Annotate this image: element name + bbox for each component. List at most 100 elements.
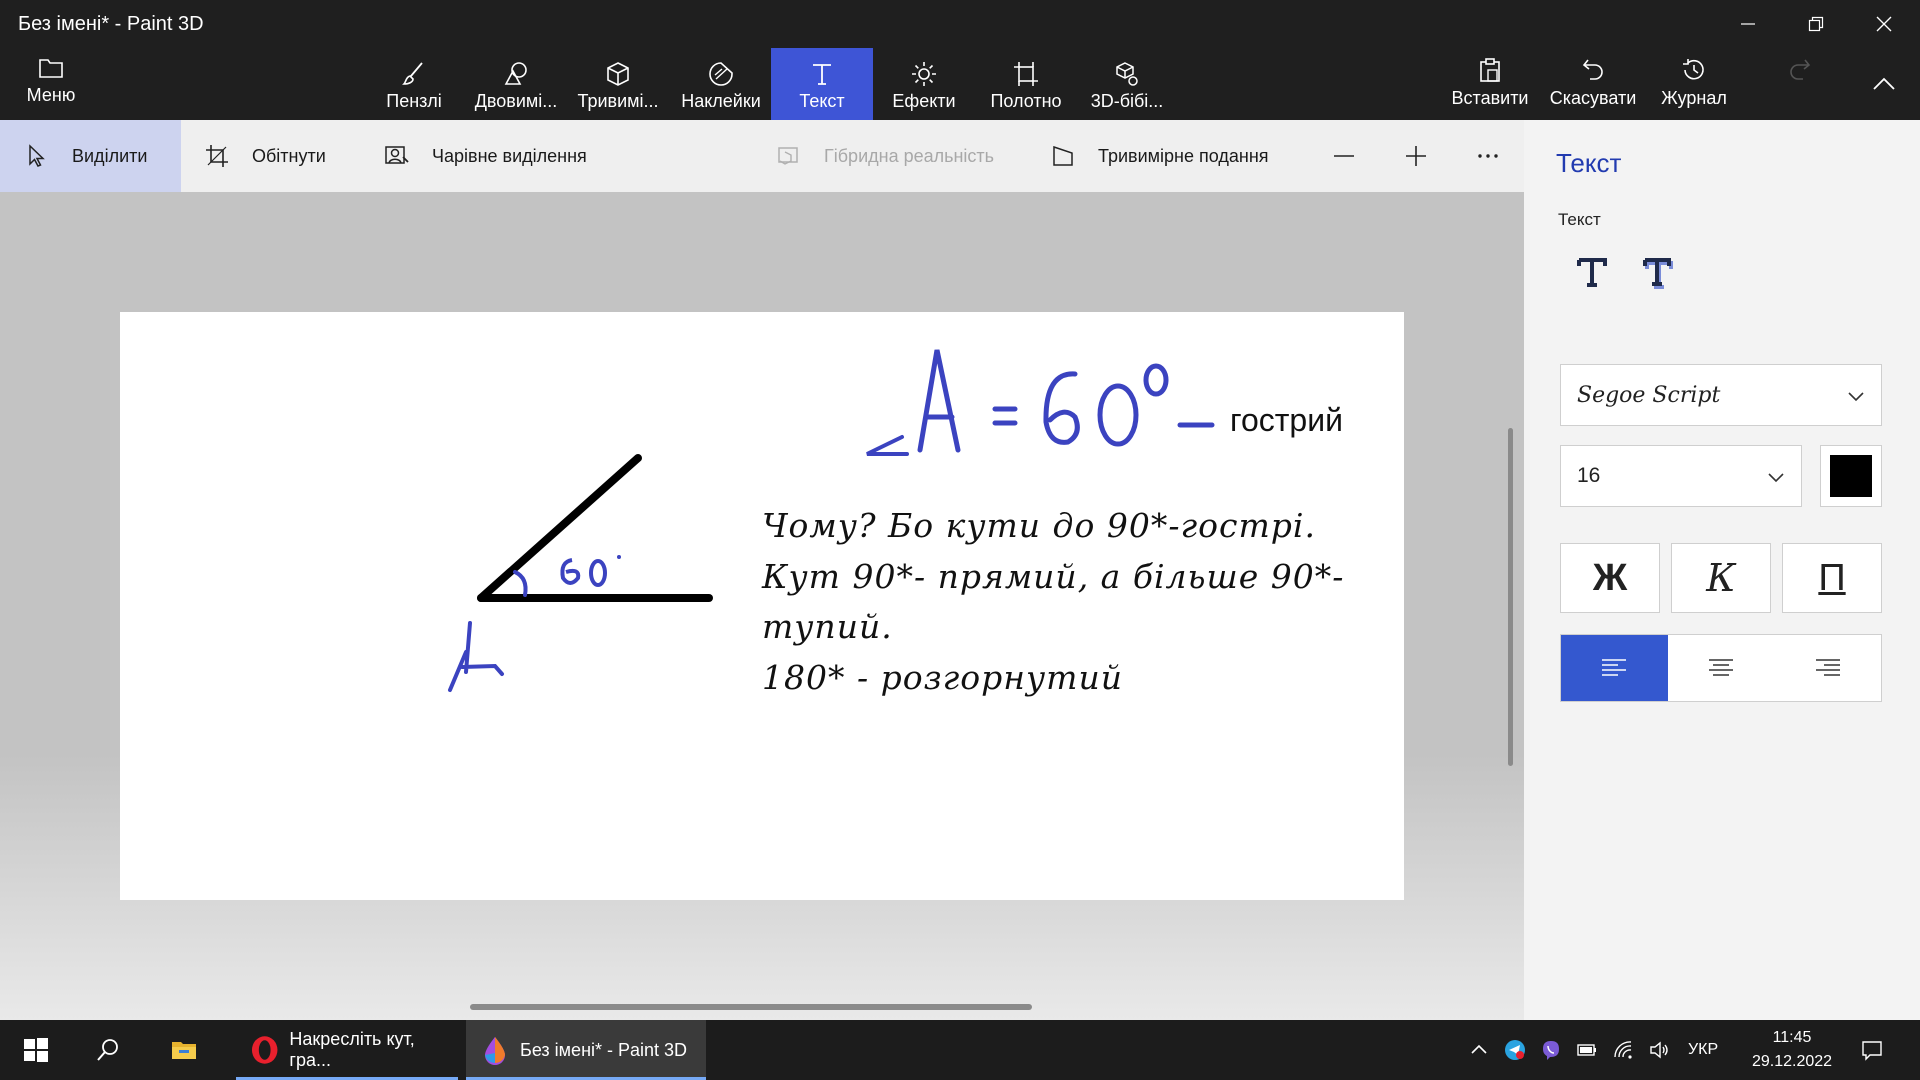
tab-text[interactable]: Текст <box>771 48 873 120</box>
font-family-value: Segoe Script <box>1577 382 1721 408</box>
history-button[interactable]: Журнал <box>1656 56 1732 116</box>
minus-icon <box>1334 155 1354 157</box>
stickers-icon <box>709 62 733 86</box>
taskbar-app-opera-label: Накресліть кут, гра... <box>289 1029 415 1070</box>
viber-icon <box>1543 1041 1559 1060</box>
file-explorer-button[interactable] <box>154 1020 214 1080</box>
redo-button[interactable] <box>1782 56 1818 116</box>
font-size-dropdown[interactable]: 16 <box>1560 445 1802 507</box>
text-alignment-group <box>1560 634 1882 702</box>
show-hidden-icons-button[interactable] <box>1462 1020 1496 1080</box>
horizontal-scrollbar[interactable] <box>470 1004 1032 1010</box>
mixed-reality-label: Гібридна реальність <box>824 145 995 166</box>
clock-date: 29.12.2022 <box>1752 1053 1833 1070</box>
tab-3d-library[interactable]: 3D-бібі... <box>1080 48 1174 120</box>
chevron-down-icon <box>1768 473 1784 483</box>
window-title: Без імені* - Paint 3D <box>18 13 204 35</box>
battery-tray-button[interactable] <box>1570 1020 1604 1080</box>
more-options-button[interactable] <box>1468 120 1508 192</box>
tab-3d-shapes[interactable]: Тривимі... <box>570 48 666 120</box>
bold-button[interactable]: Ж <box>1560 543 1660 613</box>
menu-label: Меню <box>26 85 76 105</box>
network-tray-button[interactable] <box>1606 1020 1640 1080</box>
2d-text-button[interactable] <box>1568 248 1616 296</box>
tab-brushes-label: Пензлі <box>386 91 442 111</box>
italic-button[interactable]: К <box>1671 543 1771 613</box>
underline-button[interactable]: П <box>1782 543 1882 613</box>
search-icon <box>97 1039 118 1061</box>
plus-icon <box>1406 146 1426 166</box>
paste-button[interactable]: Вставити <box>1451 56 1529 116</box>
taskbar-app-paint3d-label: Без імені* - Paint 3D <box>520 1039 688 1060</box>
menu-button[interactable]: Меню <box>18 56 84 112</box>
start-button[interactable] <box>6 1020 66 1080</box>
3d-library-icon <box>1116 62 1138 86</box>
align-left-button[interactable] <box>1561 635 1668 701</box>
close-button[interactable] <box>1850 0 1918 48</box>
windows-logo-icon <box>24 1038 48 1062</box>
tab-brushes[interactable]: Пензлі <box>372 48 456 120</box>
tab-stickers[interactable]: Наклейки <box>676 48 766 120</box>
canvas-text-line-4: 180* - розгорнутий <box>762 658 1123 697</box>
opera-icon <box>251 1036 278 1064</box>
sub-toolbar: Виділити Обітнути Чарівне виділення Гібр… <box>0 120 1524 192</box>
select-tool-label: Виділити <box>72 145 148 166</box>
font-size-value: 16 <box>1577 464 1601 487</box>
tab-2d-shapes[interactable]: Двовимі... <box>464 48 568 120</box>
taskbar-app-paint3d[interactable]: Без імені* - Paint 3D <box>466 1020 706 1080</box>
3d-view-button[interactable]: Тривимірне подання <box>1050 120 1269 192</box>
panel-title: Текст <box>1556 148 1622 178</box>
telegram-tray-button[interactable] <box>1498 1020 1532 1080</box>
system-clock[interactable]: 11:45 29.12.2022 <box>1752 1026 1832 1074</box>
2d-text-icon <box>1577 258 1607 287</box>
tab-text-label: Текст <box>799 91 845 111</box>
zoom-out-button[interactable] <box>1324 120 1364 192</box>
align-center-button[interactable] <box>1668 635 1775 701</box>
sharp-angle-label: гострий <box>1230 402 1343 438</box>
redo-icon <box>1790 59 1811 80</box>
chevron-up-icon <box>1471 1044 1487 1054</box>
tab-effects[interactable]: Ефекти <box>880 48 968 120</box>
paste-label: Вставити <box>1451 88 1529 108</box>
3d-text-button[interactable] <box>1634 248 1682 296</box>
tab-canvas[interactable]: Полотно <box>980 48 1072 120</box>
magic-select-button[interactable]: Чарівне виділення <box>384 120 587 192</box>
crop-tool-label: Обітнути <box>252 145 326 166</box>
minimize-button[interactable] <box>1714 0 1782 48</box>
paint3d-icon <box>485 1037 505 1065</box>
zoom-in-button[interactable] <box>1396 120 1436 192</box>
align-left-icon <box>1602 659 1627 676</box>
taskbar-app-opera[interactable]: Накресліть кут, гра... <box>236 1020 458 1080</box>
text-color-picker[interactable] <box>1820 445 1882 507</box>
paste-icon <box>1480 58 1500 82</box>
brush-icon <box>402 62 423 85</box>
select-cursor-icon <box>29 144 45 167</box>
viber-tray-button[interactable] <box>1534 1020 1568 1080</box>
font-family-dropdown[interactable]: Segoe Script <box>1560 364 1882 426</box>
wifi-icon <box>1614 1041 1632 1059</box>
input-language[interactable]: УКР <box>1688 1020 1718 1080</box>
tab-effects-label: Ефекти <box>892 91 956 111</box>
canvas-text-line-3: тупий. <box>762 607 893 646</box>
notifications-button[interactable] <box>1852 1020 1892 1080</box>
drawing-canvas[interactable]: гострий Чому? Бо кути до 90*-гострі. Кут… <box>120 312 1404 900</box>
crop-tool-button[interactable]: Обітнути <box>204 120 326 192</box>
vertical-scrollbar[interactable] <box>1508 428 1513 766</box>
chevron-down-icon <box>1848 392 1864 402</box>
select-tool-button[interactable]: Виділити <box>0 120 181 192</box>
tab-2d-shapes-label: Двовимі... <box>474 91 558 111</box>
telegram-icon <box>1505 1040 1525 1060</box>
search-button[interactable] <box>78 1020 138 1080</box>
folder-icon <box>39 59 63 78</box>
mixed-reality-button[interactable]: Гібридна реальність <box>776 120 994 192</box>
volume-tray-button[interactable] <box>1642 1020 1676 1080</box>
text-side-panel: Текст Текст Segoe Script 16 Ж К П <box>1524 120 1920 1020</box>
align-right-button[interactable] <box>1774 635 1881 701</box>
close-icon <box>1876 16 1892 32</box>
folder-icon <box>172 1042 196 1059</box>
notification-icon <box>1862 1041 1882 1061</box>
undo-icon <box>1582 59 1603 80</box>
restore-button[interactable] <box>1782 0 1850 48</box>
effects-icon <box>912 62 936 86</box>
undo-button[interactable]: Скасувати <box>1550 56 1636 116</box>
